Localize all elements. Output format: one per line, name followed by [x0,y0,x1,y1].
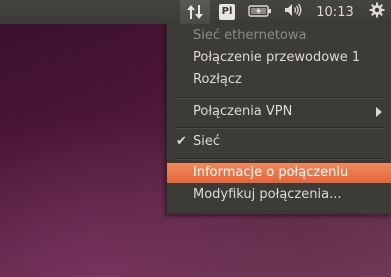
gear-icon [369,2,385,22]
submenu-arrow-icon [376,107,382,117]
menu-separator [175,158,384,160]
keyboard-layout-label: Pl [219,4,235,20]
menu-item-disconnect[interactable]: Rozłącz [167,70,391,90]
keyboard-layout-indicator[interactable]: Pl [218,0,236,24]
menu-item-label: Informacje o połączeniu [193,165,349,180]
menu-separator [175,127,384,129]
menu-item-connection-info[interactable]: Informacje o połączeniu [167,163,391,183]
menu-header-label: Sieć ethernetowa [193,28,307,43]
menu-item-label: Połączenie przewodowe 1 [193,50,361,65]
menu-item-vpn[interactable]: Połączenia VPN [167,102,391,122]
network-menu: Sieć ethernetowa Połączenie przewodowe 1… [166,24,391,214]
menu-item-label: Połączenia VPN [193,104,293,119]
menu-item-label: Sieć [193,134,221,149]
system-menu-indicator[interactable] [366,0,388,24]
clock[interactable]: 10:13 [313,0,357,24]
menu-item-label: Rozłącz [193,72,242,87]
battery-indicator[interactable] [247,0,273,24]
menu-item-wired-connection[interactable]: Połączenie przewodowe 1 [167,48,391,68]
volume-indicator[interactable] [282,0,304,24]
menu-separator [175,97,384,99]
menu-item-edit-connections[interactable]: Modyfikuj połączenia... [167,185,391,205]
top-panel: Pl 10:13 [0,0,391,24]
network-updown-icon [186,4,204,20]
network-indicator[interactable] [180,0,210,24]
menu-item-label: Modyfikuj połączenia... [193,187,342,202]
menu-item-network[interactable]: ✔ Sieć [167,132,391,152]
battery-charging-icon [248,3,272,22]
checkmark-icon: ✔ [176,134,187,149]
volume-icon [283,2,303,22]
menu-header-ethernet: Sieć ethernetowa [167,26,391,46]
desktop: Pl 10:13 Sieć ethernetowa Połączenie prz… [0,0,391,277]
